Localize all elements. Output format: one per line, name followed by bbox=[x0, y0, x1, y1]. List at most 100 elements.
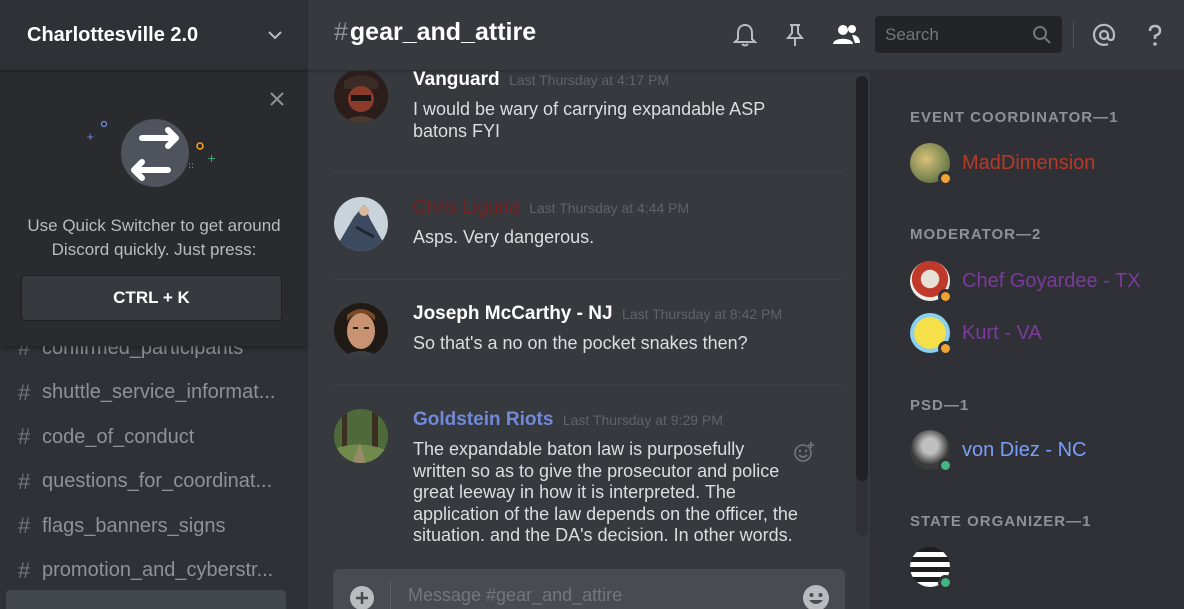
avatar bbox=[910, 313, 953, 356]
emoji-icon[interactable] bbox=[801, 583, 831, 609]
message-line: The expandable baton law is purposefully bbox=[413, 439, 745, 459]
message-header: Joseph McCarthy - NJ Last Thursday at 8:… bbox=[413, 303, 782, 325]
member-item[interactable]: Kurt - VA bbox=[910, 313, 1042, 356]
message-line: great leeway in how it is interpreted. T… bbox=[413, 482, 736, 502]
hash-icon: # bbox=[18, 513, 31, 539]
search-input[interactable] bbox=[885, 24, 1025, 45]
message-timestamp: Last Thursday at 4:44 PM bbox=[529, 200, 690, 216]
search-box[interactable] bbox=[875, 16, 1062, 53]
channel-title: #gear_and_attire bbox=[334, 18, 536, 47]
quick-switcher-text-line: Use Quick Switcher to get around bbox=[27, 216, 281, 235]
composer-divider bbox=[390, 581, 391, 609]
close-icon[interactable] bbox=[268, 90, 286, 108]
avatar[interactable] bbox=[334, 71, 388, 123]
status-idle-icon bbox=[938, 341, 953, 356]
message-input[interactable] bbox=[408, 585, 788, 606]
member-name: MadDimension bbox=[962, 151, 1096, 174]
avatar bbox=[910, 261, 953, 304]
add-reaction-icon[interactable] bbox=[793, 441, 815, 463]
channel-item[interactable]: # promotion_and_cyberstr... bbox=[0, 549, 308, 594]
server-name: Charlottesville 2.0 bbox=[27, 23, 199, 46]
message-line: situation, and the DA's decision. In oth… bbox=[413, 525, 793, 541]
channel-item[interactable]: # shuttle_service_informat... bbox=[0, 371, 308, 416]
member-item[interactable]: von Diez - NC bbox=[910, 430, 1087, 473]
upload-plus-icon[interactable] bbox=[348, 584, 376, 609]
member-name: Chef Goyardee - TX bbox=[962, 269, 1141, 292]
role-header: EVENT COORDINATOR—1 bbox=[910, 109, 1119, 126]
avatar[interactable] bbox=[334, 409, 388, 463]
message-line: written so as to give the prosecutor and… bbox=[413, 460, 780, 481]
hash-icon: # bbox=[18, 379, 31, 405]
svg-text:+: + bbox=[86, 132, 94, 143]
svg-text:+: + bbox=[207, 152, 216, 165]
channel-item[interactable]: # code_of_conduct bbox=[0, 415, 308, 460]
avatar[interactable] bbox=[334, 197, 388, 251]
message-body: So that's a no on the pocket snakes then… bbox=[413, 333, 823, 355]
quick-switcher-text-line: Discord quickly. Just press: bbox=[51, 240, 257, 259]
member-name: Kurt - VA bbox=[962, 321, 1042, 344]
hash-icon: # bbox=[334, 18, 348, 46]
member-name: von Diez - NC bbox=[962, 438, 1087, 461]
status-online-icon bbox=[938, 575, 953, 590]
channel-name: promotion_and_cyberstr... bbox=[42, 559, 274, 582]
status-idle-icon bbox=[938, 171, 953, 186]
channel-title-text: gear_and_attire bbox=[349, 18, 537, 46]
status-online-icon bbox=[938, 458, 953, 473]
channel-name: shuttle_service_informat... bbox=[42, 381, 276, 404]
help-icon[interactable] bbox=[1142, 22, 1168, 48]
chevron-down-icon[interactable] bbox=[266, 26, 284, 44]
message-line: application of the law depends on the of… bbox=[413, 503, 798, 524]
avatar bbox=[910, 430, 953, 473]
svg-text:::: :: bbox=[188, 161, 194, 171]
message-divider bbox=[332, 385, 844, 386]
message-timestamp: Last Thursday at 4:17 PM bbox=[509, 72, 670, 88]
message-line: So that's a no on the pocket snakes then… bbox=[413, 333, 748, 353]
message-composer bbox=[333, 569, 845, 609]
message-header: Chris Liguria Last Thursday at 4:44 PM bbox=[413, 197, 689, 219]
member-item[interactable] bbox=[910, 547, 962, 590]
message-divider bbox=[332, 172, 844, 173]
message-author[interactable]: Vanguard bbox=[413, 71, 500, 90]
search-icon[interactable] bbox=[1032, 25, 1052, 45]
avatar[interactable] bbox=[334, 303, 388, 357]
channel-header: #gear_and_attire bbox=[308, 0, 1184, 71]
channel-item[interactable]: # flags_banners_signs bbox=[0, 504, 308, 549]
hash-icon: # bbox=[18, 557, 31, 583]
pin-icon[interactable] bbox=[782, 22, 808, 48]
quick-switcher-shortcut-button[interactable]: CTRL + K bbox=[21, 275, 282, 321]
message-body: Asps. Very dangerous. bbox=[413, 227, 823, 249]
role-header: MODERATOR—2 bbox=[910, 226, 1042, 243]
message-body: The expandable baton law is purposefully… bbox=[413, 439, 823, 541]
bell-icon[interactable] bbox=[732, 22, 758, 48]
message-author[interactable]: Joseph McCarthy - NJ bbox=[413, 303, 613, 324]
message-timestamp: Last Thursday at 9:29 PM bbox=[562, 412, 723, 428]
channel-name: flags_banners_signs bbox=[42, 514, 226, 537]
quick-switcher-text: Use Quick Switcher to get around Discord… bbox=[0, 214, 308, 262]
server-header[interactable]: Charlottesville 2.0 bbox=[0, 0, 308, 71]
status-idle-icon bbox=[938, 289, 953, 304]
message-line: batons FYI bbox=[413, 120, 501, 141]
avatar bbox=[910, 143, 953, 186]
channel-name: code_of_conduct bbox=[42, 425, 195, 448]
avatar bbox=[910, 547, 953, 590]
mention-icon[interactable] bbox=[1091, 22, 1117, 48]
quick-switcher-popup: + + :: Use Quick Switcher to get around … bbox=[0, 72, 308, 346]
message-timestamp: Last Thursday at 8:42 PM bbox=[622, 306, 783, 322]
member-item[interactable]: Chef Goyardee - TX bbox=[910, 261, 1141, 304]
member-list: EVENT COORDINATOR—1 MadDimension MODERAT… bbox=[870, 71, 1184, 609]
quick-switcher-arrows-icon: + + :: bbox=[86, 119, 216, 187]
message-header: Vanguard Last Thursday at 4:17 PM bbox=[413, 71, 669, 91]
message-author[interactable]: Goldstein Riots bbox=[413, 409, 553, 430]
toolbar-divider bbox=[1073, 22, 1074, 48]
member-item[interactable]: MadDimension bbox=[910, 143, 1096, 186]
selected-channel-highlight bbox=[6, 590, 286, 609]
scrollbar-thumb[interactable] bbox=[856, 76, 868, 481]
channel-item[interactable]: # questions_for_coordinat... bbox=[0, 460, 308, 505]
message-header: Goldstein Riots Last Thursday at 9:29 PM bbox=[413, 409, 723, 431]
hash-icon: # bbox=[18, 424, 31, 450]
role-header: PSD—1 bbox=[910, 397, 970, 414]
role-header: STATE ORGANIZER—1 bbox=[910, 513, 1092, 530]
message-author[interactable]: Chris Liguria bbox=[413, 197, 520, 218]
members-icon[interactable] bbox=[830, 22, 862, 48]
channel-list: # confirmed_participants # shuttle_servi… bbox=[0, 326, 308, 609]
